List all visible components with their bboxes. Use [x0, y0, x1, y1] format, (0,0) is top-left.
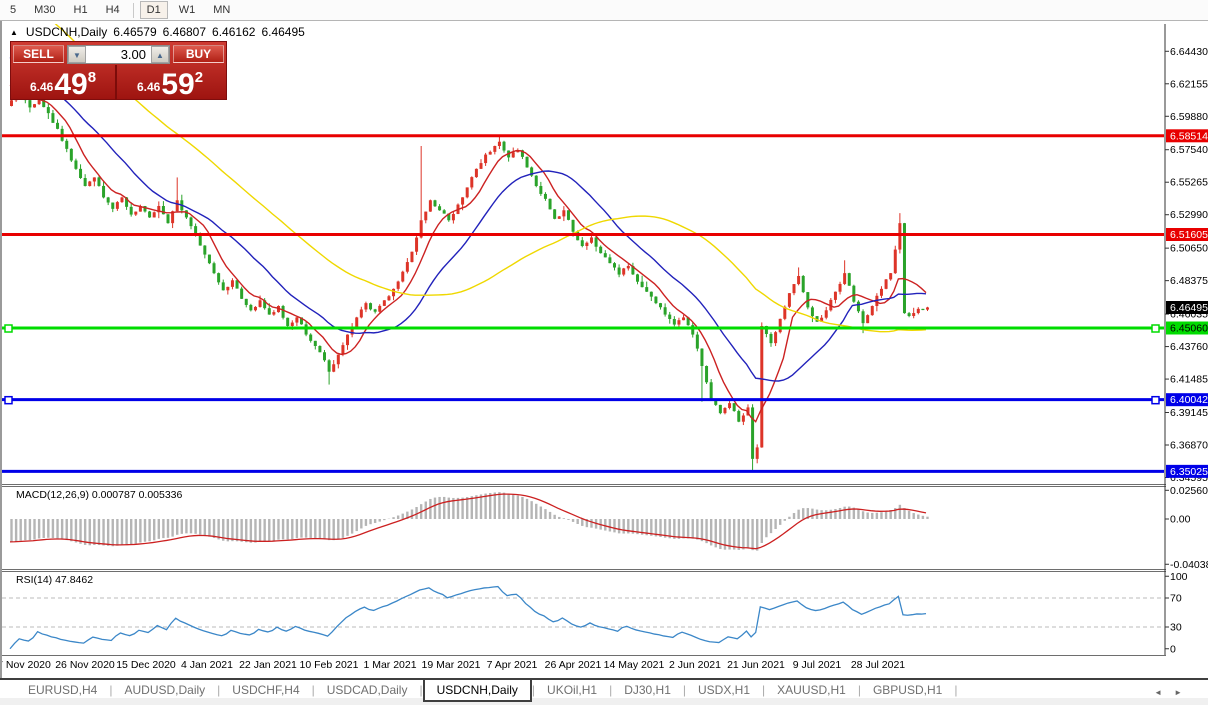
bid-price-small: 6.46	[30, 80, 53, 94]
svg-text:70: 70	[1170, 593, 1182, 605]
svg-text:7 Nov 2020: 7 Nov 2020	[2, 659, 51, 671]
svg-text:19 Mar 2021: 19 Mar 2021	[422, 659, 481, 671]
tab-GBPUSD-H1[interactable]: GBPUSD,H1	[861, 680, 954, 700]
svg-text:7 Apr 2021: 7 Apr 2021	[487, 659, 538, 671]
svg-text:6.51605: 6.51605	[1170, 229, 1208, 241]
chart-window: 6.64430 6.62155 6.59880 6.57540 6.55265 6.529…	[0, 21, 1208, 678]
bid-price-big: 49	[54, 72, 87, 98]
ohlc-high: 6.46807	[163, 25, 206, 39]
svg-text:6.39145: 6.39145	[1170, 407, 1208, 419]
timeframe-button-H1[interactable]: H1	[67, 1, 95, 19]
svg-text:26 Apr 2021: 26 Apr 2021	[545, 659, 602, 671]
tab-XAUUSD-H1[interactable]: XAUUSD,H1	[765, 680, 858, 700]
svg-text:6.36870: 6.36870	[1170, 440, 1208, 452]
tab-UKOil-H1[interactable]: UKOil,H1	[535, 680, 609, 700]
tab-AUDUSD-Daily[interactable]: AUDUSD,Daily	[112, 680, 217, 700]
svg-text:26 Nov 2020: 26 Nov 2020	[55, 659, 115, 671]
bid-price[interactable]: 6.46 49 8	[11, 65, 117, 100]
svg-text:6.35025: 6.35025	[1170, 466, 1208, 478]
volume-stepper: ▼ ▲	[67, 45, 170, 64]
volume-decrease-icon[interactable]: ▼	[68, 46, 86, 63]
volume-increase-icon[interactable]: ▲	[151, 46, 169, 63]
collapse-panel-icon[interactable]: ▲	[10, 28, 18, 37]
buy-button[interactable]: BUY	[173, 45, 224, 63]
ask-price-big: 59	[161, 72, 194, 98]
timeframe-button-W1[interactable]: W1	[172, 1, 203, 19]
svg-text:2 Jun 2021: 2 Jun 2021	[669, 659, 721, 671]
svg-text:22 Jan 2021: 22 Jan 2021	[239, 659, 297, 671]
ask-price-small: 6.46	[137, 80, 160, 94]
volume-input[interactable]	[86, 46, 151, 63]
ohlc-close: 6.46495	[261, 25, 304, 39]
tab-EURUSD-H4[interactable]: EURUSD,H4	[16, 680, 109, 700]
sell-button[interactable]: SELL	[13, 45, 64, 63]
svg-text:6.46495: 6.46495	[1170, 302, 1208, 314]
svg-text:6.62155: 6.62155	[1170, 78, 1208, 90]
macd-label: MACD(12,26,9) 0.000787 0.005336	[16, 489, 183, 501]
svg-text:6.50650: 6.50650	[1170, 243, 1208, 255]
svg-text:100: 100	[1170, 571, 1188, 583]
one-click-trading-panel: SELL ▼ ▲ BUY 6.46 49 8 6.46 59 2	[10, 41, 227, 100]
timeframe-button-D1[interactable]: D1	[140, 1, 168, 19]
svg-text:6.52990: 6.52990	[1170, 209, 1208, 221]
svg-text:4 Jan 2021: 4 Jan 2021	[181, 659, 233, 671]
price-chart[interactable]: 6.64430 6.62155 6.59880 6.57540 6.55265 6.529…	[2, 21, 1208, 678]
svg-text:6.55265: 6.55265	[1170, 177, 1208, 189]
svg-text:0.00: 0.00	[1170, 514, 1191, 526]
svg-text:30: 30	[1170, 622, 1182, 634]
timeframe-button-H4[interactable]: H4	[99, 1, 127, 19]
timeframe-button-5[interactable]: 5	[3, 1, 23, 19]
svg-text:0.025609: 0.025609	[1170, 485, 1208, 497]
tab-USDCNH-Daily[interactable]: USDCNH,Daily	[423, 680, 532, 702]
tab-USDCHF-H4[interactable]: USDCHF,H4	[220, 680, 311, 700]
tab-USDX-H1[interactable]: USDX,H1	[686, 680, 762, 700]
bid-price-sup: 8	[88, 69, 96, 86]
svg-text:6.40042: 6.40042	[1170, 394, 1208, 406]
svg-text:28 Jul 2021: 28 Jul 2021	[851, 659, 905, 671]
svg-text:6.41485: 6.41485	[1170, 374, 1208, 386]
svg-text:0: 0	[1170, 643, 1176, 655]
rsi-label: RSI(14) 47.8462	[16, 574, 93, 586]
tab-scroll-right-icon[interactable]: ►	[1174, 688, 1194, 697]
date-axis: 7 Nov 2020 26 Nov 202015 Dec 2020 4 Jan 20…	[2, 659, 905, 671]
price-axis: 6.64430 6.62155 6.59880 6.57540 6.55265 6.529…	[1165, 21, 1208, 678]
svg-text:21 Jun 2021: 21 Jun 2021	[727, 659, 785, 671]
svg-text:9 Jul 2021: 9 Jul 2021	[793, 659, 842, 671]
tabbar-strip	[0, 698, 1208, 705]
svg-text:6.43760: 6.43760	[1170, 341, 1208, 353]
timeframe-toolbar: 5M30 H1H4 D1W1MN	[0, 0, 1208, 21]
chart-tab-bar: EURUSD,H4|AUDUSD,Daily|USDCHF,H4|USDCAD,…	[0, 678, 1208, 705]
svg-text:15 Dec 2020: 15 Dec 2020	[116, 659, 176, 671]
symbol-info-bar: ▲ USDCNH,Daily 6.46579 6.46807 6.46162 6…	[10, 25, 305, 39]
svg-text:1 Mar 2021: 1 Mar 2021	[363, 659, 416, 671]
tab-separator: |	[954, 680, 957, 700]
symbol-label: USDCNH,Daily	[26, 25, 107, 39]
svg-text:-0.04038: -0.04038	[1170, 559, 1208, 571]
timeframe-button-M30[interactable]: M30	[27, 1, 62, 19]
svg-text:6.58514: 6.58514	[1170, 130, 1208, 142]
svg-text:6.48375: 6.48375	[1170, 275, 1208, 287]
svg-text:6.59880: 6.59880	[1170, 111, 1208, 123]
svg-text:6.57540: 6.57540	[1170, 144, 1208, 156]
ohlc-open: 6.46579	[113, 25, 156, 39]
timeframe-button-MN[interactable]: MN	[206, 1, 237, 19]
svg-text:10 Feb 2021: 10 Feb 2021	[300, 659, 359, 671]
svg-text:14 May 2021: 14 May 2021	[604, 659, 665, 671]
toolbar-separator	[133, 3, 134, 18]
ask-price-sup: 2	[195, 69, 203, 86]
ask-price[interactable]: 6.46 59 2	[117, 65, 223, 100]
tab-scroll-left-icon[interactable]: ◄	[1154, 688, 1174, 697]
tab-USDCAD-Daily[interactable]: USDCAD,Daily	[315, 680, 420, 700]
ohlc-low: 6.46162	[212, 25, 255, 39]
svg-text:6.45060: 6.45060	[1170, 323, 1208, 335]
svg-text:6.64430: 6.64430	[1170, 46, 1208, 58]
tab-DJ30-H1[interactable]: DJ30,H1	[612, 680, 683, 700]
